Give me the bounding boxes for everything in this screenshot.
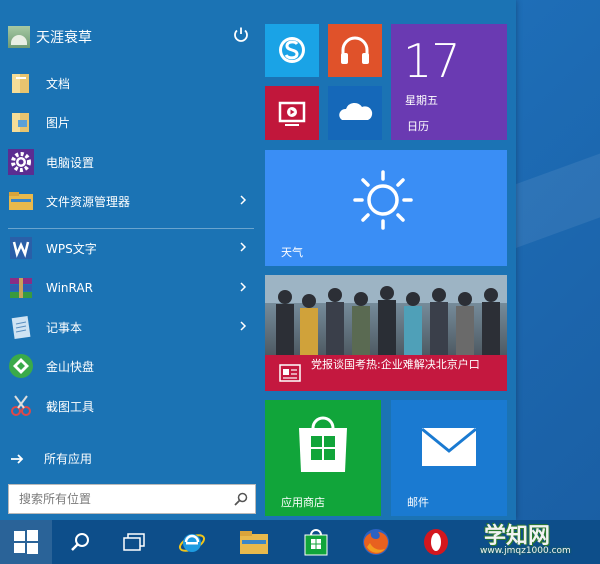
start-item-winrar[interactable]: WinRAR	[0, 271, 262, 305]
all-apps-link[interactable]: 所有应用	[10, 450, 92, 467]
start-item-label: 图片	[46, 115, 71, 130]
video-icon	[278, 101, 306, 126]
tile-news[interactable]: 党报谈国考热:企业难解决北京户口	[265, 275, 507, 391]
news-icon	[279, 364, 301, 382]
headphones-icon	[341, 36, 369, 64]
winrar-icon	[8, 275, 34, 301]
skype-icon	[279, 37, 305, 63]
menu-divider	[8, 228, 254, 229]
taskbar-firefox-button[interactable]	[350, 520, 402, 564]
start-item-wps-writer[interactable]: WPS文字	[0, 231, 262, 265]
task-view-button[interactable]	[108, 520, 160, 564]
calendar-date: 17	[403, 34, 461, 88]
start-item-documents[interactable]: 文档	[0, 66, 262, 100]
internet-explorer-icon	[178, 534, 206, 552]
start-item-notepad[interactable]: 记事本	[0, 310, 262, 344]
mail-label: 邮件	[407, 496, 429, 509]
search-icon[interactable]	[233, 491, 249, 507]
chevron-right-icon[interactable]	[238, 318, 248, 334]
taskbar-ie-button[interactable]	[166, 520, 218, 564]
start-item-label: 文件资源管理器	[46, 194, 131, 209]
start-item-label: 文档	[46, 76, 71, 91]
taskbar-file-explorer-button[interactable]	[228, 520, 280, 564]
kuaipan-icon	[8, 353, 34, 379]
start-item-label: 截图工具	[46, 399, 95, 414]
start-item-snipping-tool[interactable]: 截图工具	[0, 389, 262, 423]
chevron-right-icon[interactable]	[238, 192, 248, 208]
tile-store[interactable]: 应用商店	[265, 400, 381, 516]
firefox-icon	[363, 529, 389, 555]
start-button[interactable]	[0, 520, 52, 564]
task-view-icon	[123, 533, 145, 551]
user-avatar-icon	[8, 26, 30, 48]
start-item-label: WPS文字	[46, 241, 97, 256]
start-item-pc-settings[interactable]: 电脑设置	[0, 145, 262, 179]
start-item-label: WinRAR	[46, 281, 93, 295]
chevron-right-icon[interactable]	[238, 239, 248, 255]
wps-writer-icon	[8, 235, 34, 261]
power-icon[interactable]	[232, 26, 250, 44]
start-menu-left-pane: 天涯衰草 文档 图片 电脑设置 文件资源管理器 WPS文字 WinRAR 记事本…	[0, 0, 262, 520]
chevron-right-icon[interactable]	[238, 279, 248, 295]
start-item-kuaipan[interactable]: 金山快盘	[0, 349, 262, 383]
start-menu: 天涯衰草 文档 图片 电脑设置 文件资源管理器 WPS文字 WinRAR 记事本…	[0, 0, 516, 520]
file-explorer-icon	[240, 531, 268, 554]
tile-music[interactable]	[328, 24, 382, 77]
windows-logo-icon	[14, 530, 38, 554]
sun-icon	[353, 170, 413, 230]
calendar-weekday: 星期五	[405, 94, 438, 107]
tile-mail[interactable]: 邮件	[391, 400, 507, 516]
store-label: 应用商店	[281, 496, 325, 509]
store-bag-icon	[299, 416, 347, 472]
watermark-url: www.jmqz1000.com	[480, 546, 571, 556]
calendar-label: 日历	[407, 120, 429, 133]
mail-envelope-icon	[421, 427, 477, 466]
notepad-icon	[8, 314, 34, 340]
search-icon	[71, 533, 89, 551]
store-icon	[304, 529, 328, 556]
start-item-pictures[interactable]: 图片	[0, 105, 262, 139]
user-name: 天涯衰草	[36, 30, 92, 46]
start-item-label: 记事本	[46, 320, 83, 335]
folder-pictures-icon	[8, 109, 34, 135]
tile-onedrive[interactable]	[328, 86, 382, 140]
start-item-label: 金山快盘	[46, 359, 95, 374]
start-item-file-explorer[interactable]: 文件资源管理器	[0, 184, 262, 218]
cloud-icon	[339, 102, 373, 120]
gear-icon	[8, 149, 34, 175]
tile-calendar[interactable]: 17 星期五 日历	[391, 24, 507, 140]
search-input[interactable]	[9, 485, 229, 513]
tile-video[interactable]	[265, 86, 319, 140]
user-account[interactable]: 天涯衰草	[8, 26, 92, 48]
taskbar-store-button[interactable]	[290, 520, 342, 564]
all-apps-label: 所有应用	[44, 452, 93, 466]
news-headline: 党报谈国考热:企业难解决北京户口	[311, 358, 480, 371]
folder-docs-icon	[8, 70, 34, 96]
snipping-tool-icon	[8, 393, 34, 419]
watermark: 学知网 www.jmqz1000.com	[474, 516, 596, 562]
taskbar-opera-button[interactable]	[410, 520, 462, 564]
news-photo	[265, 275, 507, 355]
tile-skype[interactable]	[265, 24, 319, 77]
search-box[interactable]	[8, 484, 256, 514]
arrow-right-icon	[11, 453, 24, 464]
opera-icon	[424, 529, 448, 555]
start-item-label: 电脑设置	[46, 155, 95, 170]
taskbar-search-button[interactable]	[54, 520, 106, 564]
tile-weather[interactable]: 天气	[265, 150, 507, 266]
file-explorer-icon	[8, 188, 34, 214]
weather-label: 天气	[281, 246, 303, 259]
